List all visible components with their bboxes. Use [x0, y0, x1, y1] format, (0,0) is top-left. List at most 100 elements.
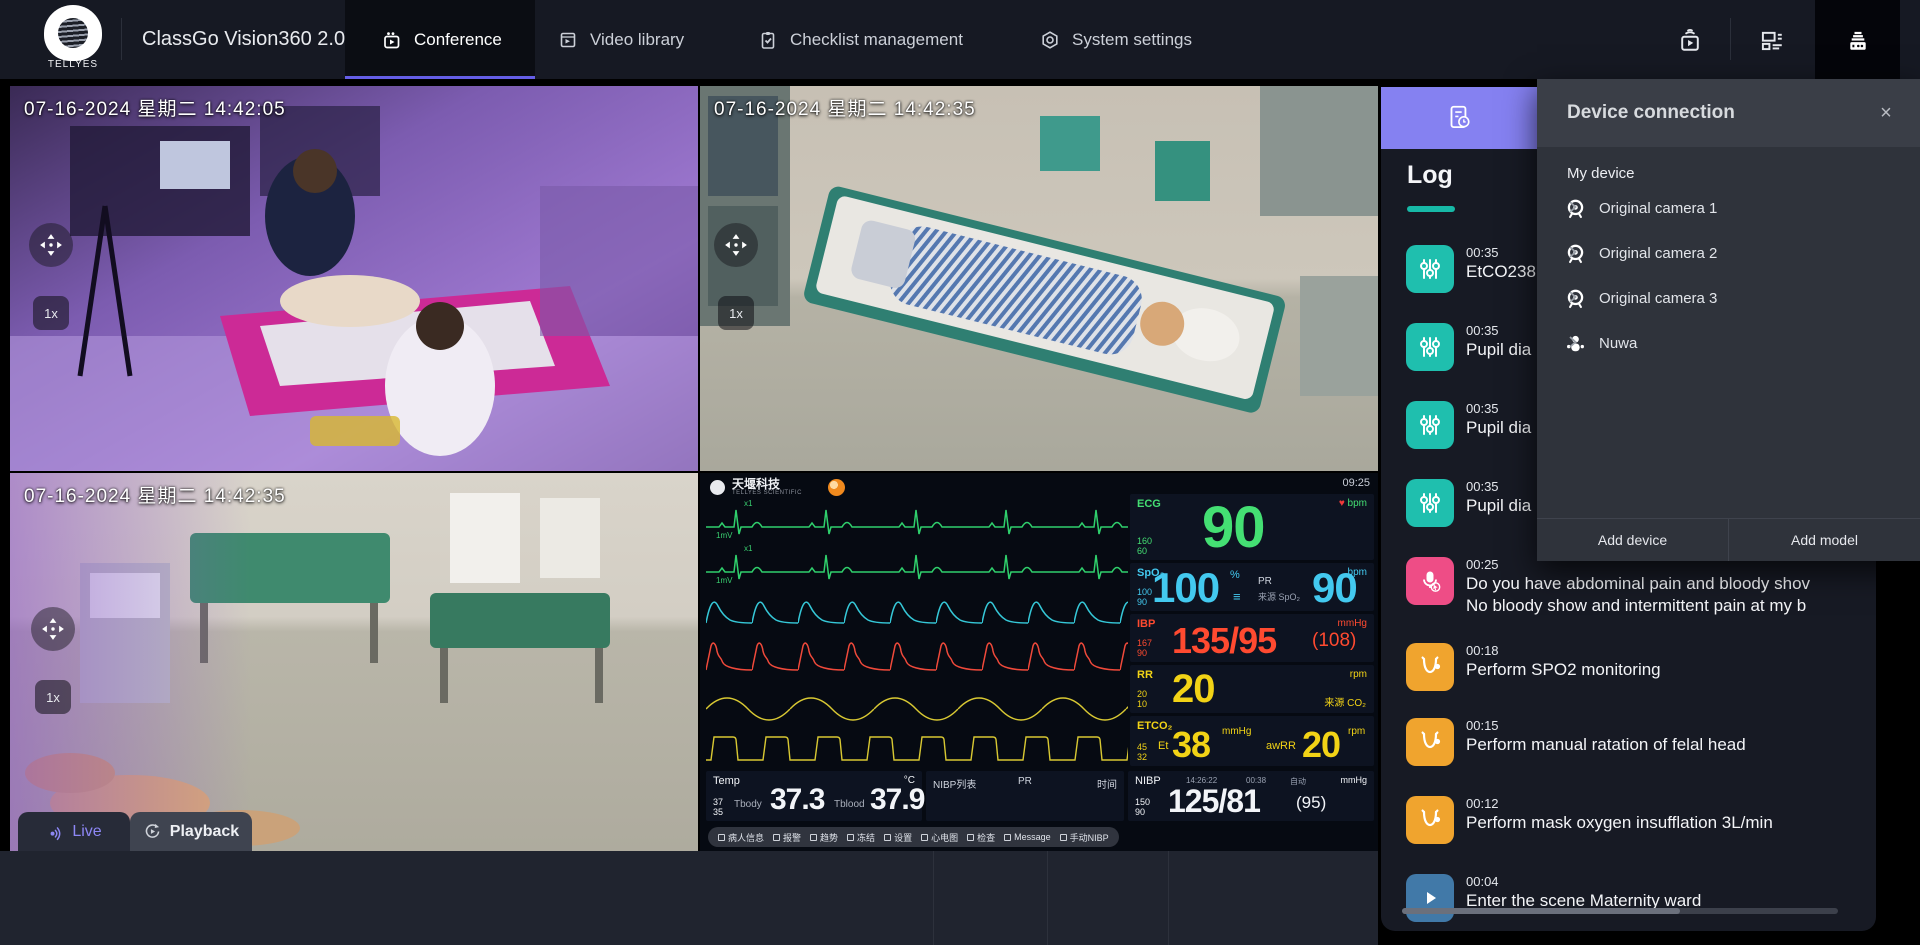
microphone-icon: [1406, 557, 1454, 605]
pr-value: 90: [1312, 564, 1357, 612]
monitor-brand-name: 天堰科技: [732, 478, 802, 490]
tab-conference[interactable]: Conference: [345, 0, 535, 79]
control-bar: [0, 851, 1378, 945]
spo2-value: 100: [1152, 564, 1219, 612]
ecg-limits: 16060: [1137, 536, 1152, 556]
etco2-panel: ETCO₂ Et 38 mmHg awRR 20 rpm 4532: [1130, 716, 1374, 766]
screen-cast-button[interactable]: [1662, 0, 1718, 79]
nibp-panel: NIBP 14:26:22 00:38 自动 mmHg 125/81 (95) …: [1128, 771, 1374, 821]
my-device-section-label: My device: [1567, 165, 1635, 182]
tab-label: Checklist management: [790, 30, 963, 50]
resp-waveform: [706, 677, 1128, 722]
device-item-camera3[interactable]: Original camera 3: [1537, 277, 1920, 322]
pan-arrows-icon: [36, 230, 66, 260]
layout-dashboard-icon: [1759, 27, 1785, 53]
log-entry[interactable]: 00:04 Enter the scene Maternity ward: [1406, 874, 1866, 930]
checklist-icon: [758, 30, 778, 50]
tblood-value: 37.9: [870, 783, 924, 817]
taskbar-item: 检查: [967, 831, 995, 844]
bar-divider: [1168, 851, 1169, 945]
spo2-waveform: [706, 587, 1128, 632]
ibp-limits: 16790: [1137, 638, 1152, 658]
live-icon: [46, 823, 64, 841]
layout-button[interactable]: [1744, 0, 1800, 79]
zoom-level-badge[interactable]: 1x: [35, 680, 71, 714]
video-feed-patient-monitor[interactable]: 天堰科技 TELLYES SCIENTIFIC 09:25 x1 1mV x1 …: [700, 473, 1378, 851]
taskbar-item-icon: [884, 834, 891, 841]
stethoscope-icon: [1406, 796, 1454, 844]
playback-icon: [143, 822, 162, 841]
log-entry[interactable]: 00:15 Perform manual ratation of felal h…: [1406, 718, 1866, 774]
monitor-brand: 天堰科技 TELLYES SCIENTIFIC: [710, 478, 802, 496]
conference-icon: [382, 30, 402, 50]
camera-scene: [700, 86, 1378, 471]
pan-control[interactable]: [31, 607, 75, 651]
awrr-value: 20: [1302, 724, 1340, 766]
video-feed-cam3[interactable]: 07-16-2024 星期二 14:42:35 1x: [10, 473, 698, 851]
log-entry[interactable]: 00:18 Perform SPO2 monitoring: [1406, 643, 1866, 699]
app-window: TELLYES ClassGo Vision360 2.0 Conference…: [0, 0, 1920, 945]
log-tab-header[interactable]: [1381, 87, 1537, 149]
device-connection-popup: Device connection × My device Original c…: [1537, 79, 1920, 561]
zoom-level-badge[interactable]: 1x: [718, 296, 754, 330]
tbody-value: 37.3: [770, 783, 824, 817]
add-model-button[interactable]: Add model: [1729, 519, 1920, 561]
nav-divider: [121, 18, 122, 60]
add-device-button[interactable]: Add device: [1537, 519, 1728, 561]
log-entry[interactable]: 00:12 Perform mask oxygen insufflation 3…: [1406, 796, 1866, 852]
ecg-waveform-2: x1 1mV: [706, 542, 1128, 587]
device-item-camera1[interactable]: Original camera 1: [1537, 187, 1920, 232]
ecg-unit: ♥ bpm: [1339, 498, 1367, 509]
pan-arrows-icon: [721, 230, 751, 260]
zoom-level-badge[interactable]: 1x: [33, 296, 69, 330]
tab-playback[interactable]: Playback: [130, 812, 252, 851]
app-title: ClassGo Vision360 2.0: [142, 28, 345, 51]
tab-system-settings[interactable]: System settings: [1040, 0, 1220, 79]
brand-name: TELLYES: [30, 59, 116, 70]
pan-arrows-icon: [38, 614, 68, 644]
video-feed-cam2[interactable]: 07-16-2024 星期二 14:42:35 1x: [700, 86, 1378, 471]
close-icon[interactable]: ×: [1874, 101, 1898, 125]
scrollbar-thumb[interactable]: [1402, 908, 1680, 914]
play-icon: [1406, 874, 1454, 922]
popup-header: Device connection ×: [1537, 79, 1920, 147]
tab-checklist-management[interactable]: Checklist management: [758, 0, 984, 79]
rr-value: 20: [1172, 667, 1215, 712]
taskbar-item-icon: [921, 834, 928, 841]
device-item-nuwa[interactable]: Nuwa: [1537, 322, 1920, 367]
pan-control[interactable]: [714, 223, 758, 267]
log-horizontal-scrollbar[interactable]: [1402, 908, 1838, 914]
taskbar-item: 手动NIBP: [1060, 831, 1109, 844]
video-library-icon: [558, 30, 578, 50]
ecg-waveform-1: x1 1mV: [706, 497, 1128, 542]
taskbar-item-icon: [773, 834, 780, 841]
taskbar-item: Message: [1004, 832, 1051, 842]
device-connection-button[interactable]: [1815, 0, 1900, 79]
monitor-taskbar: 病人信息 报警 趋势 冻结 设置 心电图 检查 Message 手动NIBP: [708, 827, 1119, 847]
ibp-value: 135/95: [1172, 620, 1276, 662]
taskbar-item: 心电图: [921, 831, 958, 844]
taskbar-item-icon: [810, 834, 817, 841]
taskbar-item: 病人信息: [718, 831, 764, 844]
monitor-brand-sub: TELLYES SCIENTIFIC: [732, 490, 802, 496]
timestamp-overlay: 07-16-2024 星期二 14:42:35: [714, 94, 976, 121]
nibp-limits: 15090: [1135, 797, 1150, 817]
tab-live[interactable]: Live: [18, 812, 130, 851]
top-nav: TELLYES ClassGo Vision360 2.0 Conference…: [0, 0, 1920, 79]
pan-control[interactable]: [29, 223, 73, 267]
chevron-right-icon: [1564, 243, 1582, 261]
spo2-limits: 10090: [1137, 587, 1152, 607]
device-connection-icon: [1844, 26, 1872, 54]
tab-video-library[interactable]: Video library: [558, 0, 708, 79]
taskbar-item-icon: [1004, 834, 1011, 841]
temp-panel: Temp °C 3735 Tbody 37.3 Tblood 37.9: [706, 771, 922, 821]
rr-panel: RR rpm 20 来源 CO₂ 2010: [1130, 665, 1374, 713]
tab-label: System settings: [1072, 30, 1192, 50]
device-item-camera2[interactable]: Original camera 2: [1537, 232, 1920, 277]
vital-sign-icon: [1406, 245, 1454, 293]
video-feed-cam1[interactable]: 07-16-2024 星期二 14:42:05 1x: [10, 86, 698, 471]
taskbar-item: 趋势: [810, 831, 838, 844]
monitor-vendor-icon: [828, 479, 845, 496]
log-title: Log: [1407, 161, 1453, 190]
log-entry[interactable]: 00:25 Do you have abdominal pain and blo…: [1406, 557, 1866, 627]
